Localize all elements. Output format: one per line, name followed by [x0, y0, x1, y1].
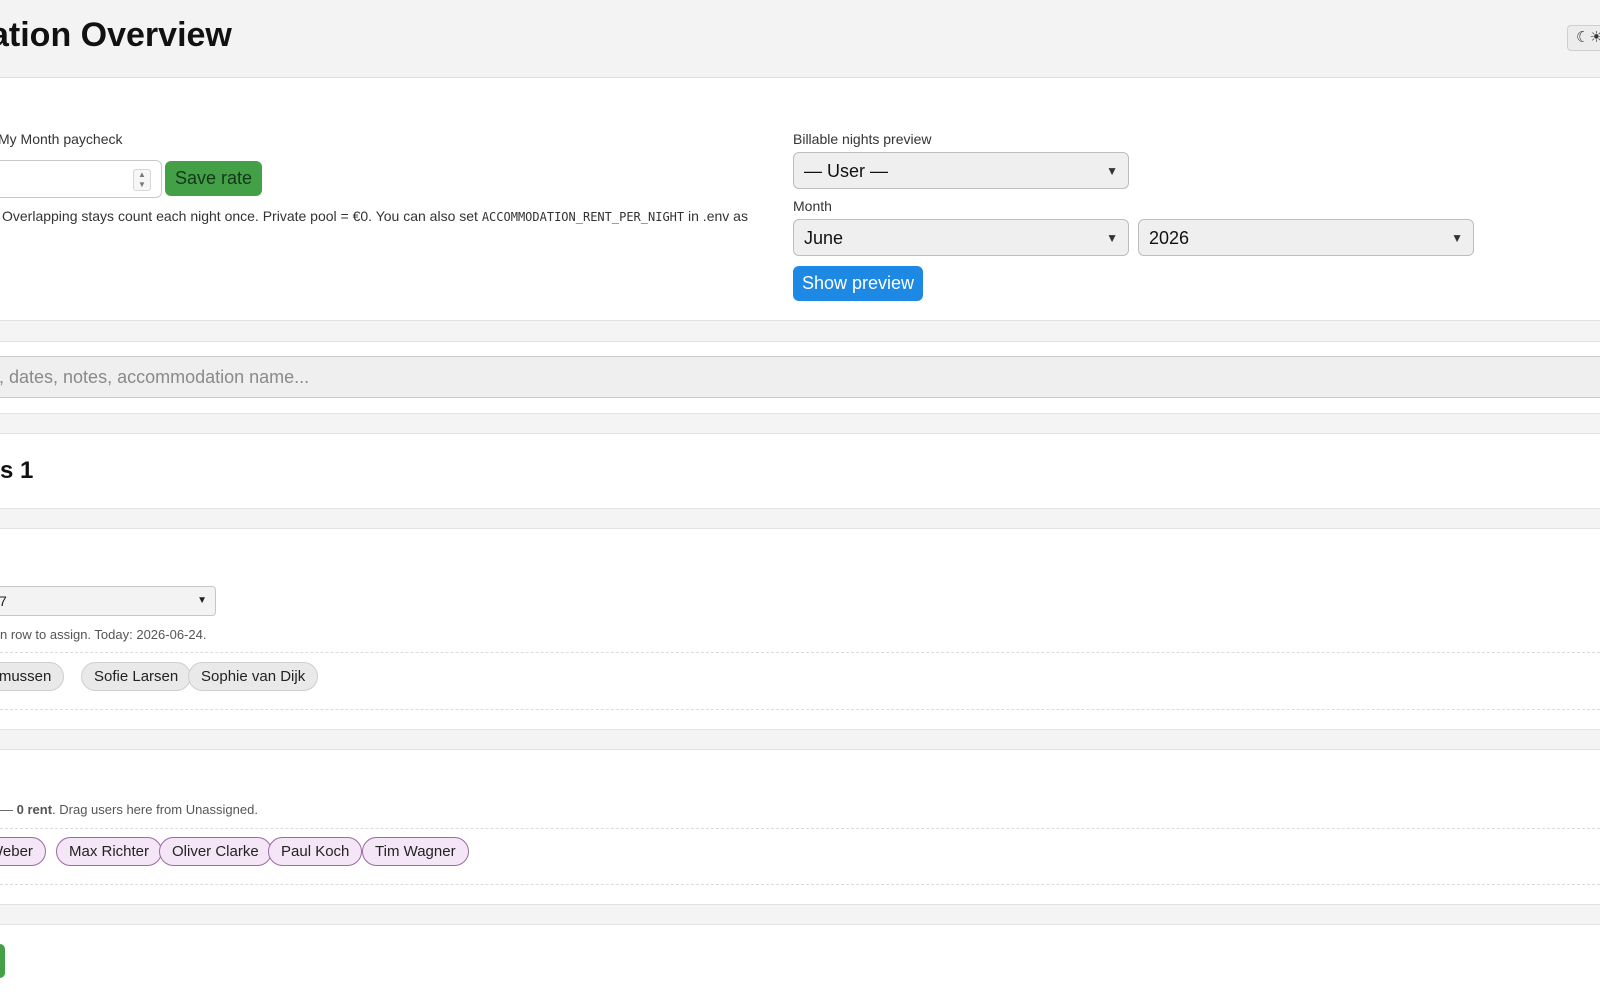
header-bar: ation Overview ☾☀ [0, 0, 1600, 78]
page-title: ation Overview [0, 16, 232, 54]
user-select-value: — User — [804, 161, 889, 181]
user-chip[interactable]: Max Richter [56, 837, 163, 866]
theme-toggle-button[interactable]: ☾☀ [1567, 25, 1600, 51]
user-chip[interactable]: Weber [0, 837, 46, 866]
preview-label: Billable nights preview [793, 131, 932, 147]
section-select[interactable]: 7 ▼ [0, 586, 216, 616]
month-select[interactable]: June ▼ [793, 219, 1129, 256]
user-select[interactable]: — User — ▼ [793, 152, 1129, 189]
section-title: s 1 [0, 457, 34, 484]
add-button[interactable] [0, 944, 5, 978]
page: ation Overview ☾☀ My Month paycheck ▲ ▼ S… [0, 0, 1600, 1000]
year-select-value: 2026 [1149, 228, 1190, 248]
month-label: Month [793, 198, 832, 214]
section-hint: n row to assign. Today: 2026-06-24. [0, 627, 207, 642]
rate-note-suffix: in .env as [684, 208, 748, 224]
private-pool-hint: — 0 rent. Drag users here from Unassigne… [0, 802, 258, 817]
search-input[interactable]: , dates, notes, accommodation name... [0, 356, 1600, 398]
chevron-down-icon: ▼ [1451, 231, 1463, 245]
separator-band [0, 320, 1600, 342]
divider [0, 828, 1600, 829]
chevron-down-icon: ▼ [1106, 164, 1118, 178]
user-chip[interactable]: asmussen [0, 662, 65, 691]
rate-spinner[interactable]: ▲ ▼ [133, 169, 151, 191]
chevron-down-icon: ▼ [197, 595, 207, 606]
hint-suffix: . Drag users here from Unassigned. [52, 802, 258, 817]
rate-note: Overlapping stays count each night once.… [2, 208, 748, 224]
save-rate-button[interactable]: Save rate [165, 161, 262, 196]
divider [0, 652, 1600, 653]
rate-note-text: Overlapping stays count each night once.… [2, 208, 482, 224]
month-select-value: June [804, 228, 844, 248]
user-chip[interactable]: Sofie Larsen [81, 662, 192, 691]
chevron-down-icon: ▼ [1106, 231, 1118, 245]
user-chip[interactable]: Oliver Clarke [159, 837, 272, 866]
separator-band [0, 413, 1600, 434]
divider [0, 884, 1600, 885]
hint-bold: 0 rent [16, 802, 53, 817]
rate-input[interactable]: ▲ ▼ [0, 160, 162, 198]
rate-note-code: ACCOMMODATION_RENT_PER_NIGHT [481, 210, 685, 224]
year-select[interactable]: 2026 ▼ [1138, 219, 1474, 256]
show-preview-button[interactable]: Show preview [793, 266, 923, 301]
separator-band [0, 729, 1600, 750]
hint-prefix: — [0, 802, 17, 817]
separator-band [0, 904, 1600, 925]
user-chip[interactable]: Sophie van Dijk [188, 662, 319, 691]
rate-label: My Month paycheck [0, 131, 123, 147]
section-select-value: 7 [0, 593, 7, 609]
user-chip[interactable]: Tim Wagner [362, 837, 469, 866]
divider [0, 709, 1600, 710]
user-chip[interactable]: Paul Koch [268, 837, 363, 866]
separator-band [0, 508, 1600, 529]
